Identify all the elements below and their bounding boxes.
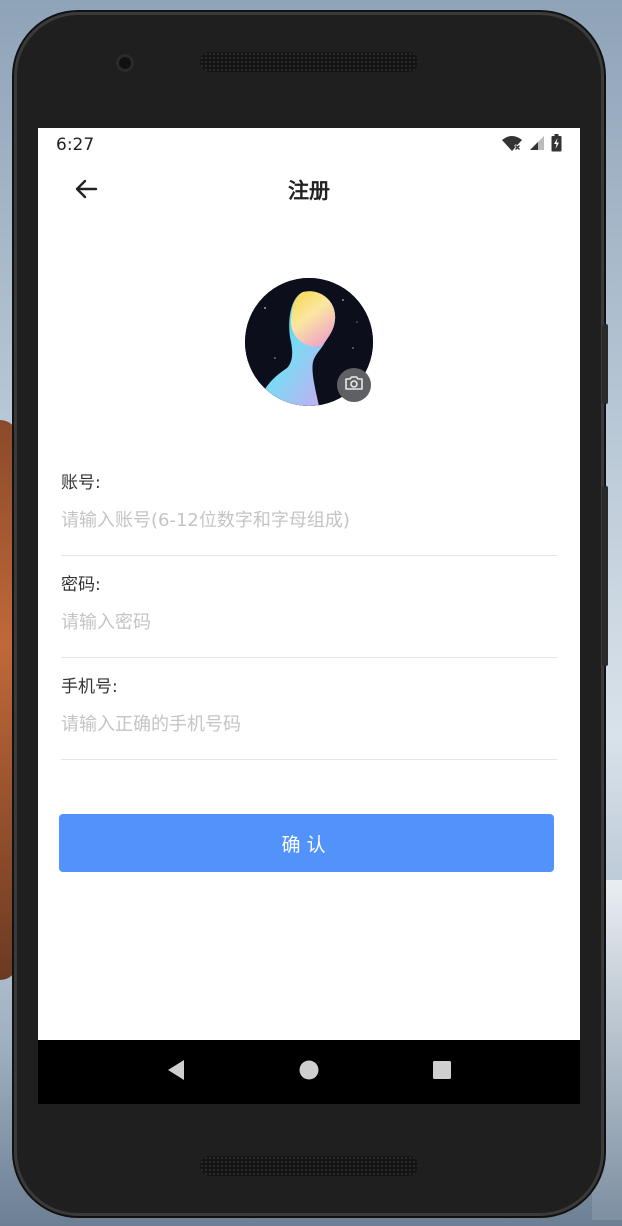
phone-input[interactable] — [61, 708, 557, 740]
front-camera — [116, 54, 134, 72]
register-form: 账号: 密码: 手机号: — [61, 454, 557, 760]
password-field: 密码: — [61, 556, 557, 658]
nav-back-button[interactable] — [156, 1052, 196, 1092]
account-label: 账号: — [61, 473, 101, 493]
status-icons — [501, 134, 562, 156]
avatar-container — [245, 278, 373, 406]
confirm-button[interactable]: 确认 — [59, 814, 554, 872]
recents-square-icon — [432, 1060, 452, 1084]
back-button[interactable] — [66, 174, 106, 208]
status-time: 6:27 — [56, 135, 95, 155]
home-circle-icon — [298, 1059, 320, 1085]
page-title: 注册 — [288, 179, 330, 203]
wifi-off-icon — [501, 134, 523, 156]
top-speaker — [200, 52, 418, 72]
phone-field: 手机号: — [61, 658, 557, 760]
arrow-left-icon — [74, 179, 98, 203]
power-button[interactable] — [602, 324, 608, 404]
nav-home-button[interactable] — [289, 1052, 329, 1092]
toolbar: 注册 — [38, 162, 580, 218]
app-screen: 6:27 注册 账号: 请输入账号(6-12位数字和字母组成) 密码: 手机号:… — [38, 128, 580, 1104]
phone-frame: 6:27 注册 账号: 请输入账号(6-12位数字和字母组成) 密码: 手机号:… — [14, 12, 608, 1216]
back-triangle-icon — [166, 1059, 186, 1085]
battery-charging-icon — [551, 134, 562, 156]
camera-icon — [344, 375, 364, 395]
account-input[interactable] — [61, 504, 557, 536]
bottom-speaker — [200, 1156, 418, 1176]
phone-label: 手机号: — [61, 677, 118, 697]
password-input[interactable] — [61, 606, 557, 638]
account-field: 账号: — [61, 454, 557, 556]
nav-recents-button[interactable] — [422, 1052, 462, 1092]
change-avatar-button[interactable] — [337, 368, 371, 402]
volume-button[interactable] — [602, 486, 608, 666]
password-label: 密码: — [61, 575, 101, 595]
status-bar: 6:27 — [38, 128, 580, 162]
system-nav-bar — [38, 1040, 580, 1104]
signal-icon — [529, 135, 545, 155]
